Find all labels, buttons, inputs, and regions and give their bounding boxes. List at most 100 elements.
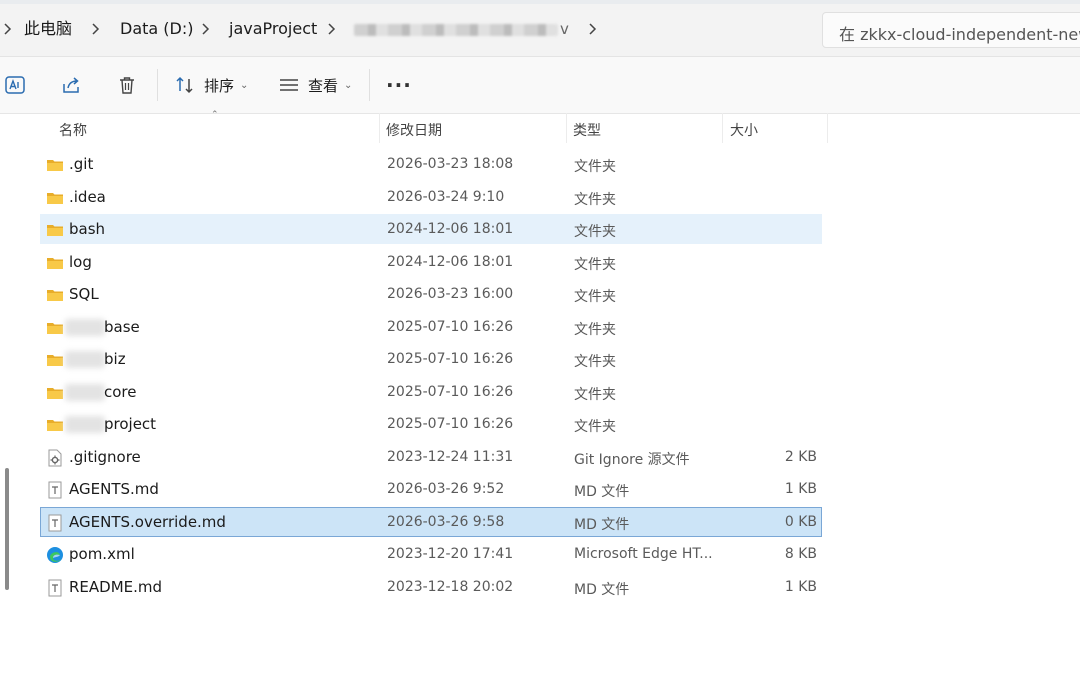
vertical-scrollbar[interactable]	[5, 468, 9, 590]
column-header-date[interactable]: 修改日期	[386, 120, 442, 140]
column-divider[interactable]	[566, 113, 567, 143]
delete-button[interactable]	[116, 71, 138, 99]
column-header-name[interactable]: 名称	[59, 120, 87, 140]
file-type: 文件夹	[574, 256, 616, 273]
folder-icon	[46, 351, 64, 369]
file-size: 1 KB	[784, 481, 817, 497]
text-file-icon	[46, 579, 64, 597]
file-row[interactable]: base 2025-07-10 16:26 文件夹	[40, 312, 822, 342]
file-name: README.md	[69, 577, 163, 596]
file-modified-date: 2024-12-06 18:01	[387, 253, 514, 270]
file-size: 1 KB	[784, 578, 817, 595]
redacted-name-prefix	[65, 318, 105, 336]
breadcrumb-current-folder-tail[interactable]: v	[560, 19, 569, 39]
file-row[interactable]: AGENTS.md 2026-03-26 9:52 MD 文件 1 KB	[40, 474, 822, 504]
search-input[interactable]: 在 zkkx-cloud-independent-new 中	[822, 12, 1080, 48]
sort-ascending-icon: ⌃	[211, 110, 219, 120]
file-row[interactable]: bash 2024-12-06 18:01 文件夹	[40, 214, 822, 244]
file-modified-date: 2023-12-24 11:31	[387, 448, 514, 465]
chevron-right-icon[interactable]	[200, 19, 210, 39]
file-name: SQL	[69, 285, 99, 303]
more-options-button[interactable]: ···	[386, 71, 412, 99]
file-name: .gitignore	[69, 447, 141, 466]
more-icon: ···	[386, 73, 412, 97]
text-file-icon	[46, 481, 64, 499]
file-row[interactable]: project 2025-07-10 16:26 文件夹	[40, 409, 822, 439]
chevron-right-icon[interactable]	[326, 19, 336, 39]
folder-icon	[46, 156, 64, 174]
file-type: 文件夹	[574, 321, 616, 338]
file-modified-date: 2025-07-10 16:26	[387, 416, 514, 432]
breadcrumb[interactable]: 此电脑 Data (D:) javaProject v	[0, 4, 812, 56]
file-modified-date: 2025-07-10 16:26	[387, 318, 514, 335]
file-list: ⌃ 名称 修改日期 类型 大小 .git 2026-03-23 18:08 文件夹.…	[0, 110, 1080, 694]
column-header-row: ⌃ 名称 修改日期 类型 大小	[40, 110, 828, 145]
command-bar: 排序 ⌄ 查看 ⌄ ···	[0, 57, 1080, 114]
file-row[interactable]: .idea 2026-03-24 9:10 文件夹	[40, 182, 822, 212]
file-row[interactable]: .gitignore 2023-12-24 11:31 Git Ignore 源文件…	[40, 442, 822, 472]
file-modified-date: 2026-03-26 9:52	[387, 481, 505, 497]
file-row[interactable]: log 2024-12-06 18:01 文件夹	[40, 247, 822, 277]
file-type: 文件夹	[574, 354, 616, 370]
ai-translate-button[interactable]	[4, 71, 26, 99]
folder-icon	[46, 189, 64, 207]
file-row[interactable]: AGENTS.override.md 2026-03-26 9:58 MD 文件 0 …	[40, 506, 822, 537]
delete-icon	[116, 74, 138, 96]
sort-button[interactable]: 排序 ⌄	[174, 71, 248, 99]
file-name: AGENTS.override.md	[69, 512, 226, 531]
file-modified-date: 2026-03-24 9:10	[387, 188, 505, 205]
file-row[interactable]: .git 2026-03-23 18:08 文件夹	[40, 149, 822, 179]
file-name: base	[104, 317, 140, 336]
file-modified-date: 2026-03-23 18:08	[387, 156, 514, 172]
file-name: pom.xml	[69, 545, 135, 563]
redacted-name-prefix	[65, 416, 105, 433]
file-type: 文件夹	[574, 191, 616, 208]
view-button[interactable]: 查看 ⌄	[278, 71, 352, 99]
file-row[interactable]: README.md 2023-12-18 20:02 MD 文件 1 KB	[40, 572, 822, 602]
breadcrumb-javaproject[interactable]: javaProject	[229, 19, 317, 39]
chevron-down-icon: ⌄	[344, 79, 353, 91]
breadcrumb-this-pc[interactable]: 此电脑	[24, 19, 72, 39]
file-name: AGENTS.md	[69, 480, 159, 498]
toolbar-divider	[369, 69, 370, 101]
file-size: 0 KB	[784, 513, 817, 530]
file-name: biz	[104, 350, 126, 368]
file-row[interactable]: core 2025-07-10 16:26 文件夹	[40, 377, 822, 407]
file-row[interactable]: pom.xml 2023-12-20 17:41 Microsoft Edge HT…	[40, 539, 822, 569]
sort-icon	[174, 74, 196, 96]
chevron-down-icon: ⌄	[240, 79, 249, 91]
edge-icon	[46, 546, 64, 564]
share-button[interactable]	[60, 71, 82, 99]
column-divider[interactable]	[379, 113, 380, 143]
file-name: core	[104, 382, 137, 401]
file-modified-date: 2024-12-06 18:01	[387, 221, 514, 237]
text-file-icon	[46, 514, 64, 532]
chevron-right-icon[interactable]	[587, 19, 597, 39]
toolbar-divider	[157, 69, 158, 101]
breadcrumb-data-drive[interactable]: Data (D:)	[120, 19, 193, 39]
file-type: 文件夹	[574, 224, 616, 240]
chevron-right-icon[interactable]	[2, 19, 12, 39]
file-modified-date: 2025-07-10 16:26	[387, 351, 514, 367]
file-type: Microsoft Edge HT...	[574, 546, 713, 562]
column-header-size[interactable]: 大小	[730, 120, 758, 140]
file-row[interactable]: SQL 2026-03-23 16:00 文件夹	[40, 279, 822, 309]
redacted-name-prefix	[65, 351, 105, 368]
file-type: 文件夹	[574, 289, 616, 305]
breadcrumb-current-folder-redacted[interactable]	[354, 24, 558, 36]
file-modified-date: 2026-03-26 9:58	[387, 513, 505, 530]
column-divider[interactable]	[827, 113, 828, 143]
view-icon	[278, 74, 300, 96]
file-row[interactable]: biz 2025-07-10 16:26 文件夹	[40, 344, 822, 374]
column-header-type[interactable]: 类型	[573, 120, 601, 140]
folder-icon	[46, 254, 64, 272]
file-type: 文件夹	[574, 419, 616, 435]
file-modified-date: 2023-12-18 20:02	[387, 578, 514, 595]
file-name: log	[69, 252, 92, 271]
column-divider[interactable]	[722, 113, 723, 143]
chevron-right-icon[interactable]	[90, 19, 100, 39]
folder-icon	[46, 416, 64, 434]
file-modified-date: 2025-07-10 16:26	[387, 383, 514, 400]
sort-label: 排序	[204, 76, 235, 95]
gear-file-icon	[46, 449, 64, 467]
